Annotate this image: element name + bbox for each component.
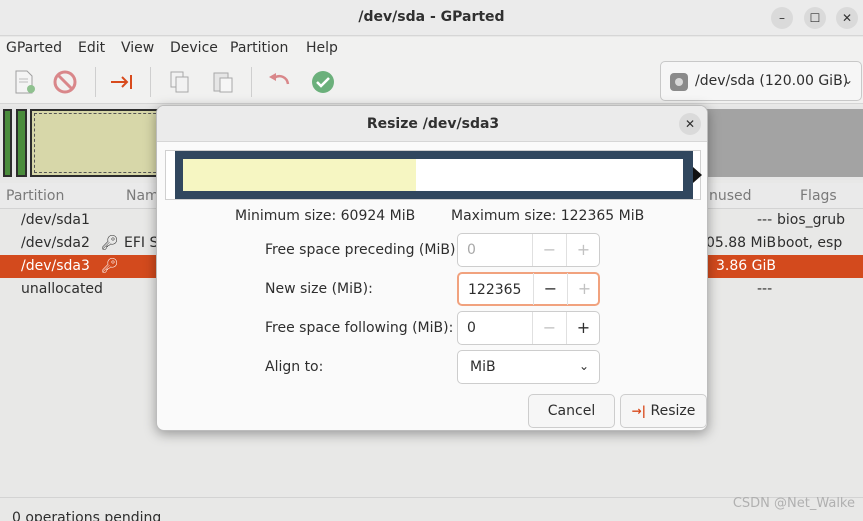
column-name[interactable]: Nam (126, 188, 159, 204)
new-partition-icon[interactable] (11, 69, 37, 95)
window-titlebar: /dev/sda - GParted – ☐ ✕ (0, 0, 863, 36)
disk-map-sda3[interactable] (30, 109, 170, 177)
menu-device[interactable]: Device (170, 40, 218, 56)
menu-help[interactable]: Help (306, 40, 338, 56)
row-flags: boot, esp (777, 235, 843, 251)
new-size-spinner: 122365 − + (457, 272, 600, 306)
toolbar-separator (95, 67, 96, 97)
row-unused: --- (757, 212, 773, 228)
chevron-down-icon: ⌄ (842, 73, 853, 87)
resize-button[interactable]: →| Resize (620, 394, 707, 428)
row-unused: --- (757, 281, 773, 297)
apply-icon[interactable] (310, 69, 336, 95)
menu-edit[interactable]: Edit (78, 40, 105, 56)
free-following-label: Free space following (MiB): (265, 320, 454, 336)
resize-button-label: Resize (650, 403, 696, 419)
free-following-spinner: 0 − + (457, 311, 600, 345)
partition-resizer[interactable] (165, 150, 702, 200)
free-preceding-increment[interactable]: + (566, 234, 600, 266)
disk-map-sda1[interactable] (3, 109, 12, 177)
operations-pending: 0 operations pending (12, 510, 162, 521)
new-size-input[interactable]: 122365 (468, 282, 521, 298)
toolbar: /dev/sda (120.00 GiB) ⌄ (0, 61, 863, 104)
align-to-label: Align to: (265, 359, 324, 375)
column-flags[interactable]: Flags (800, 188, 837, 204)
delete-icon[interactable] (52, 69, 78, 95)
disk-icon (670, 73, 688, 91)
minimize-button[interactable]: – (771, 7, 793, 29)
row-unused: 05.88 MiB (706, 235, 777, 251)
maximum-size-label: Maximum size: 122365 MiB (451, 208, 645, 224)
menu-view[interactable]: View (121, 40, 154, 56)
row-partition: unallocated (21, 281, 103, 297)
align-to-value: MiB (470, 359, 496, 375)
free-preceding-decrement[interactable]: − (532, 234, 566, 266)
minimum-size-label: Minimum size: 60924 MiB (235, 208, 416, 224)
chevron-down-icon: ⌄ (578, 359, 589, 373)
resize-icon: →| (631, 404, 647, 418)
align-to-select[interactable]: MiB ⌄ (457, 350, 600, 384)
resize-handle-icon[interactable] (693, 167, 702, 183)
new-size-increment[interactable]: + (567, 273, 601, 305)
dialog-header: Resize /dev/sda3 ✕ (157, 106, 707, 142)
free-preceding-label: Free space preceding (MiB): (265, 242, 461, 258)
new-size-decrement[interactable]: − (533, 273, 567, 305)
key-icon: 🔑︎ (101, 258, 119, 274)
menu-gparted[interactable]: GParted (6, 40, 62, 56)
free-following-input[interactable]: 0 (467, 320, 476, 336)
resize-move-icon[interactable] (109, 69, 135, 95)
toolbar-separator (251, 67, 252, 97)
free-preceding-spinner: 0 − + (457, 233, 600, 267)
free-space-bar (416, 159, 683, 191)
close-button[interactable]: ✕ (836, 7, 858, 29)
column-partition[interactable]: Partition (6, 188, 64, 204)
key-icon: 🔑︎ (101, 235, 119, 251)
row-name: EFI S (124, 235, 159, 251)
menu-bar: GParted Edit View Device Partition Help (0, 37, 863, 61)
row-partition: /dev/sda1 (21, 212, 90, 228)
used-space-bar (183, 159, 416, 191)
row-partition: /dev/sda3 (21, 258, 90, 274)
watermark: CSDN @Net_Walke (732, 496, 855, 511)
column-unused[interactable]: nused (709, 188, 752, 204)
free-following-increment[interactable]: + (566, 312, 600, 344)
disk-map-unallocated[interactable] (700, 109, 863, 177)
resize-dialog: Resize /dev/sda3 ✕ Minimum size: 60924 M… (156, 105, 708, 431)
undo-icon[interactable] (266, 69, 292, 95)
maximize-button[interactable]: ☐ (804, 7, 826, 29)
free-following-decrement[interactable]: − (532, 312, 566, 344)
copy-icon[interactable] (167, 69, 193, 95)
free-preceding-value: 0 (467, 242, 476, 258)
device-selector[interactable]: /dev/sda (120.00 GiB) ⌄ (660, 61, 862, 101)
cancel-button[interactable]: Cancel (528, 394, 615, 428)
window-title: /dev/sda - GParted (358, 9, 505, 25)
row-flags: bios_grub (777, 212, 846, 228)
paste-icon[interactable] (210, 69, 236, 95)
dialog-title: Resize /dev/sda3 (366, 116, 500, 132)
new-size-label: New size (MiB): (265, 281, 373, 297)
dialog-close-button[interactable]: ✕ (679, 113, 701, 135)
disk-map-sda2[interactable] (16, 109, 27, 177)
menu-partition[interactable]: Partition (230, 40, 288, 56)
toolbar-separator (150, 67, 151, 97)
row-partition: /dev/sda2 (21, 235, 90, 251)
row-unused: 3.86 GiB (716, 258, 776, 274)
device-selector-label: /dev/sda (120.00 GiB) (695, 73, 849, 89)
